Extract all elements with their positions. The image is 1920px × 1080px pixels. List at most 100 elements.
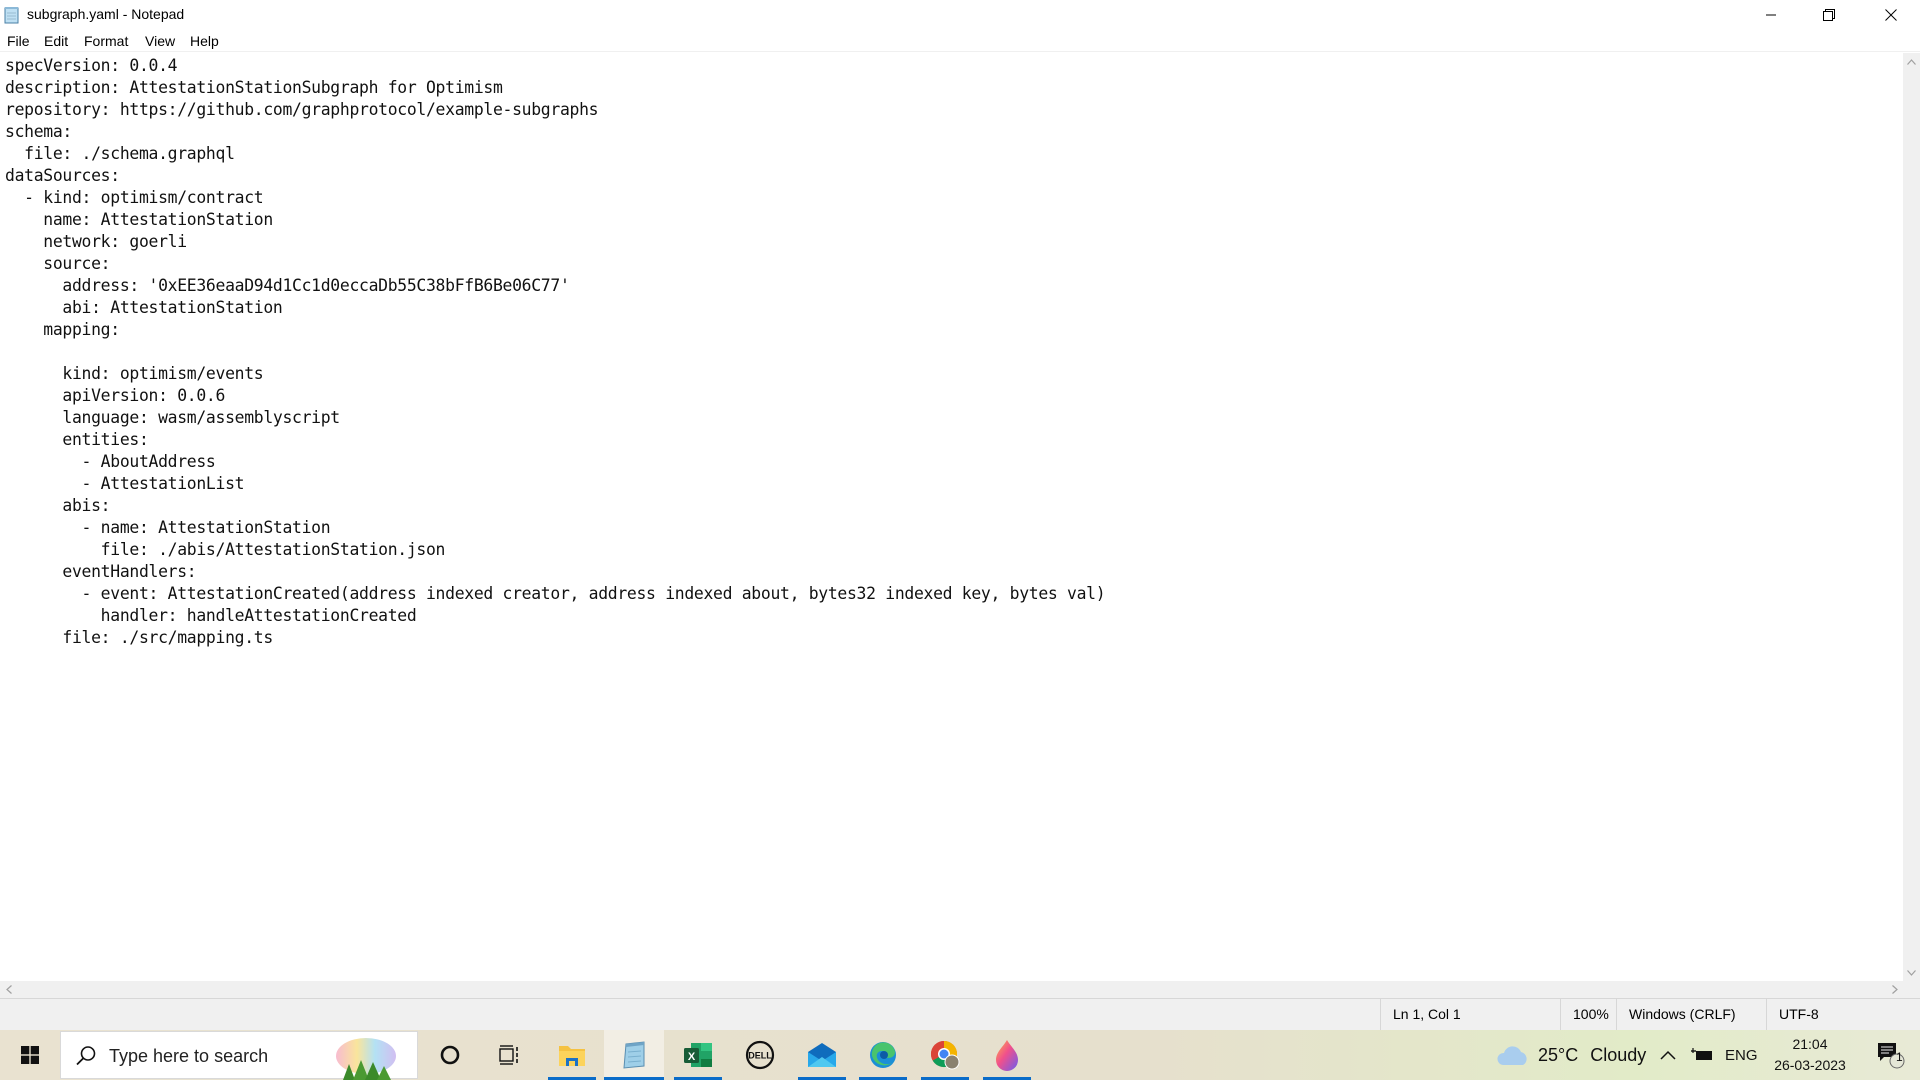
language-indicator[interactable]: ENG bbox=[1725, 1030, 1758, 1080]
menu-bar: File Edit Format View Help bbox=[0, 30, 1920, 52]
zoom-level: 100% bbox=[1560, 999, 1624, 1030]
chevron-down-icon bbox=[1907, 969, 1916, 976]
editor-line: description: AttestationStationSubgraph … bbox=[5, 78, 503, 97]
status-bar: Ln 1, Col 1 100% Windows (CRLF) UTF-8 bbox=[0, 998, 1920, 1030]
svg-text:X: X bbox=[688, 1051, 696, 1063]
editor-line: source: bbox=[5, 254, 111, 273]
weather-widget[interactable]: 25°C Cloudy bbox=[1496, 1030, 1646, 1080]
editor-line: apiVersion: 0.0.6 bbox=[5, 386, 226, 405]
clock-time: 21:04 bbox=[1792, 1036, 1828, 1052]
editor-line: network: goerli bbox=[5, 232, 187, 251]
mail-icon bbox=[808, 1043, 836, 1067]
weather-condition: Cloudy bbox=[1590, 1044, 1647, 1065]
taskbar-search[interactable]: Type here to search bbox=[60, 1031, 418, 1080]
svg-text:DELL: DELL bbox=[748, 1051, 772, 1061]
editor-line: - kind: optimism/contract bbox=[5, 188, 264, 207]
notepad-icon bbox=[623, 1041, 645, 1069]
editor-line: - name: AttestationStation bbox=[5, 518, 331, 537]
editor-line: - AboutAddress bbox=[5, 452, 216, 471]
notepad-window: subgraph.yaml - Notepad File Edit Format… bbox=[0, 0, 1920, 1030]
taskbar-app-mail[interactable] bbox=[792, 1030, 852, 1080]
system-clock[interactable]: 21:04 26-03-2023 bbox=[1765, 1034, 1855, 1076]
editor-line: - AttestationList bbox=[5, 474, 245, 493]
editor-line: specVersion: 0.0.4 bbox=[5, 56, 178, 75]
task-view-icon bbox=[499, 1045, 518, 1065]
start-button[interactable] bbox=[0, 1030, 60, 1080]
window-title: subgraph.yaml - Notepad bbox=[27, 6, 185, 22]
editor-line: language: wasm/assemblyscript bbox=[5, 408, 340, 427]
menu-file[interactable]: File bbox=[4, 32, 33, 50]
chevron-up-icon bbox=[1660, 1050, 1676, 1060]
close-icon bbox=[1885, 9, 1897, 21]
editor-line: kind: optimism/events bbox=[5, 364, 264, 383]
taskbar-app-chrome[interactable] bbox=[915, 1030, 975, 1080]
editor-line: abis: bbox=[5, 496, 111, 515]
menu-format[interactable]: Format bbox=[81, 32, 131, 50]
menu-view[interactable]: View bbox=[142, 32, 178, 50]
taskbar-app-dell[interactable]: DELL bbox=[730, 1030, 790, 1080]
show-hidden-icons-button[interactable] bbox=[1660, 1030, 1676, 1080]
paint-icon bbox=[996, 1040, 1018, 1071]
restore-icon bbox=[1823, 9, 1835, 21]
search-highlight-image bbox=[336, 1038, 396, 1080]
horizontal-scrollbar[interactable] bbox=[0, 981, 1903, 998]
weather-temperature: 25°C bbox=[1538, 1044, 1579, 1065]
line-ending: Windows (CRLF) bbox=[1616, 999, 1766, 1030]
editor-line: name: AttestationStation bbox=[5, 210, 273, 229]
editor-line: handler: handleAttestationCreated bbox=[5, 606, 417, 625]
menu-help[interactable]: Help bbox=[187, 32, 222, 50]
editor-line: mapping: bbox=[5, 320, 120, 339]
editor-line: eventHandlers: bbox=[5, 562, 197, 581]
battery-charging-icon bbox=[1691, 1048, 1712, 1060]
cortana-button[interactable] bbox=[420, 1030, 480, 1080]
editor-line: abi: AttestationStation bbox=[5, 298, 283, 317]
folder-icon bbox=[559, 1046, 585, 1066]
scroll-down-button[interactable] bbox=[1903, 964, 1920, 981]
editor-line: dataSources: bbox=[5, 166, 120, 185]
editor-line: file: ./schema.graphql bbox=[5, 144, 235, 163]
cursor-position: Ln 1, Col 1 bbox=[1380, 999, 1560, 1030]
taskbar: Type here to search X DELL 25°C Cloudy E… bbox=[0, 1030, 1920, 1080]
chevron-right-icon bbox=[1891, 985, 1898, 994]
cortana-icon bbox=[440, 1045, 460, 1065]
notifications-button[interactable]: 1 bbox=[1862, 1030, 1920, 1080]
taskbar-app-paint[interactable] bbox=[977, 1030, 1037, 1080]
editor-line: repository: https://github.com/graphprot… bbox=[5, 100, 599, 119]
chevron-up-icon bbox=[1907, 58, 1916, 65]
close-button[interactable] bbox=[1862, 0, 1920, 30]
editor-line: file: ./src/mapping.ts bbox=[5, 628, 273, 647]
restore-button[interactable] bbox=[1800, 0, 1858, 30]
encoding: UTF-8 bbox=[1766, 999, 1920, 1030]
scroll-up-button[interactable] bbox=[1903, 53, 1920, 70]
excel-icon: X bbox=[684, 1043, 712, 1067]
taskbar-app-notepad[interactable] bbox=[604, 1030, 664, 1080]
notepad-app-icon bbox=[4, 6, 20, 24]
scrollbar-corner bbox=[1903, 981, 1920, 998]
notification-count: 1 bbox=[1896, 1050, 1903, 1064]
search-icon bbox=[76, 1046, 96, 1066]
cloud-icon bbox=[1497, 1046, 1527, 1065]
taskbar-app-excel[interactable]: X bbox=[668, 1030, 728, 1080]
minimize-button[interactable] bbox=[1742, 0, 1800, 30]
title-bar[interactable]: subgraph.yaml - Notepad bbox=[0, 0, 1920, 30]
battery-status[interactable] bbox=[1691, 1030, 1713, 1080]
scroll-right-button[interactable] bbox=[1886, 981, 1903, 998]
text-editor[interactable]: specVersion: 0.0.4 description: Attestati… bbox=[0, 53, 1903, 981]
search-placeholder: Type here to search bbox=[109, 1046, 269, 1066]
task-view-button[interactable] bbox=[480, 1030, 540, 1080]
minimize-icon bbox=[1766, 14, 1776, 16]
menu-edit[interactable]: Edit bbox=[41, 32, 71, 50]
chevron-left-icon bbox=[5, 985, 12, 994]
editor-line: schema: bbox=[5, 122, 72, 141]
windows-logo-icon bbox=[21, 1046, 39, 1064]
clock-date: 26-03-2023 bbox=[1774, 1057, 1846, 1073]
dell-icon: DELL bbox=[745, 1040, 775, 1070]
chrome-icon bbox=[930, 1040, 960, 1070]
edge-icon bbox=[870, 1042, 896, 1068]
taskbar-app-file-explorer[interactable] bbox=[542, 1030, 602, 1080]
scroll-left-button[interactable] bbox=[0, 981, 17, 998]
editor-line: - event: AttestationCreated(address inde… bbox=[5, 584, 1106, 603]
vertical-scrollbar[interactable] bbox=[1903, 53, 1920, 981]
editor-line: file: ./abis/AttestationStation.json bbox=[5, 540, 446, 559]
taskbar-app-edge[interactable] bbox=[853, 1030, 913, 1080]
